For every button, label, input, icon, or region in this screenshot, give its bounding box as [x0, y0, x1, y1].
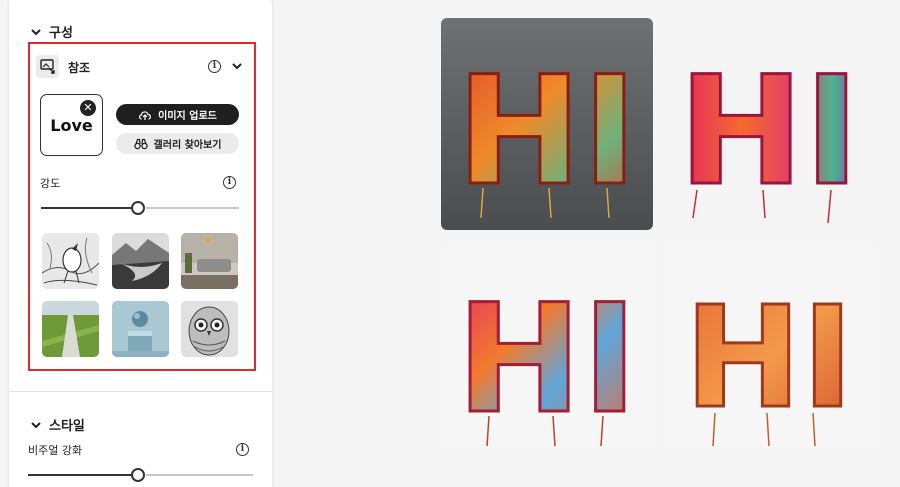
reference-thumbnail-text: Love — [50, 115, 93, 135]
visual-intensity-label: 비주얼 강화 — [28, 444, 83, 457]
strength-slider-fill — [41, 207, 132, 209]
visual-intensity-info-icon[interactable]: i — [236, 443, 249, 456]
reference-info-icon[interactable]: i — [208, 60, 221, 73]
result-image-4[interactable]: HI — [663, 241, 875, 453]
result-image-1-text: HI — [456, 45, 637, 219]
chevron-down-icon — [31, 421, 41, 428]
strength-slider-track — [146, 207, 239, 209]
result-image-3[interactable]: HI — [441, 241, 653, 453]
reference-image-icon — [36, 55, 59, 78]
section-divider — [9, 391, 272, 392]
result-image-2-text: HI — [678, 45, 859, 219]
composition-title: 구성 — [49, 26, 73, 41]
strength-label: 강도 — [40, 177, 61, 190]
composition-section-header[interactable]: 구성 — [30, 22, 73, 41]
browse-gallery-label: 갤러리 찾아보기 — [153, 140, 222, 151]
remove-reference-close-icon[interactable]: ✕ — [80, 100, 96, 116]
owl-sketch-thumb[interactable] — [181, 301, 238, 357]
visual-intensity-slider-fill — [28, 474, 132, 476]
result-image-4-text: HI — [684, 277, 853, 440]
reference-collapse-chevron-icon[interactable] — [231, 60, 243, 72]
mountain-lake-thumb[interactable] — [112, 233, 169, 289]
strength-slider-knob[interactable] — [131, 201, 145, 215]
cloud-upload-icon — [139, 110, 152, 120]
green-road-thumb[interactable] — [42, 301, 99, 357]
visual-intensity-slider[interactable] — [28, 468, 253, 482]
style-title: 스타일 — [49, 419, 85, 434]
visual-intensity-slider-knob[interactable] — [131, 468, 145, 482]
upload-image-button[interactable]: 이미지 업로드 — [116, 104, 239, 125]
chevron-down-icon — [31, 28, 41, 35]
result-image-1[interactable]: HI — [441, 18, 653, 230]
binoculars-icon — [133, 138, 148, 149]
style-section-header[interactable]: 스타일 — [30, 415, 85, 434]
result-image-3-text: HI — [456, 273, 637, 447]
living-room-thumb[interactable] — [181, 233, 238, 289]
strength-slider[interactable] — [41, 201, 239, 215]
browse-gallery-button[interactable]: 갤러리 찾아보기 — [116, 133, 239, 154]
reference-label: 참조 — [68, 61, 91, 75]
visual-intensity-slider-track — [146, 474, 253, 476]
upload-image-label: 이미지 업로드 — [158, 111, 217, 122]
reference-gallery-grid — [42, 233, 239, 357]
blue-sphere-thumb[interactable] — [112, 301, 169, 357]
bird-sketch-thumb[interactable] — [42, 233, 99, 289]
result-image-2[interactable]: HI — [663, 18, 875, 230]
strength-info-icon[interactable]: i — [223, 176, 236, 189]
